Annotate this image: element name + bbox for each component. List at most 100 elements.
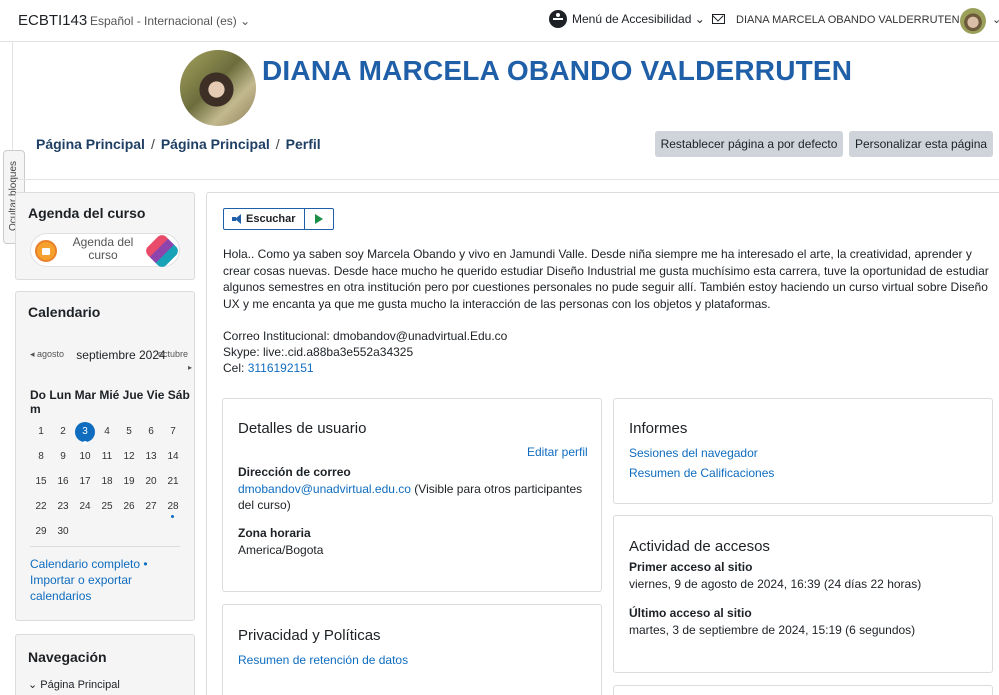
access-activity-card: Actividad de accesos Primer acceso al si…	[613, 515, 993, 673]
top-navbar: ECBTI143 Español - Internacional (es) ⌄ …	[0, 0, 999, 42]
breadcrumb-separator: /	[150, 136, 155, 152]
calendar-block: Calendario ◂ agosto septiembre 2024 octu…	[15, 291, 195, 621]
calendar-day[interactable]: 4	[96, 426, 118, 437]
calendar-day[interactable]: 13	[140, 451, 162, 462]
calendar-day[interactable]: 14	[162, 451, 184, 462]
user-menu-caret[interactable]: ⌄	[992, 13, 999, 26]
calendar-links[interactable]: Calendario completo • Importar o exporta…	[30, 556, 180, 604]
calendar-day[interactable]: 15	[30, 476, 52, 487]
calendar-day[interactable]: 16	[52, 476, 74, 487]
email-value: dmobandov@unadvirtual.edu.co (Visible pa…	[238, 482, 583, 512]
header-divider	[12, 179, 999, 180]
first-access-label: Primer acceso al sitio	[629, 560, 753, 574]
calendar-month-nav: ◂ agosto septiembre 2024 octubre ▸	[30, 347, 192, 377]
play-icon[interactable]	[305, 209, 333, 229]
calendar-day[interactable]: 1	[30, 426, 52, 437]
calendar-day[interactable]: 17	[74, 476, 96, 487]
calendar-week-row: 22 23 24 25 26 27 28	[30, 494, 188, 519]
profile-picture	[180, 50, 256, 126]
user-details-title: Detalles de usuario	[238, 420, 367, 437]
calendar-weekday-header: Do Lun Mar Mié Jue Vie Sáb m	[30, 388, 190, 416]
access-activity-title: Actividad de accesos	[629, 538, 770, 555]
page-title: DIANA MARCELA OBANDO VALDERRUTEN	[262, 55, 853, 86]
timezone-label: Zona horaria	[238, 526, 311, 540]
site-brand[interactable]: ECBTI143	[18, 12, 87, 29]
breadcrumb: Página Principal / Página Principal / Pe…	[36, 136, 321, 152]
listen-label: Escuchar	[246, 213, 296, 225]
privacy-title: Privacidad y Políticas	[238, 627, 381, 644]
calendar-divider	[30, 546, 180, 547]
profile-contact: Correo Institucional: dmobandov@unadvirt…	[223, 328, 507, 376]
profile-main: Escuchar Hola.. Como ya saben soy Marcel…	[206, 192, 999, 695]
customize-page-button[interactable]: Personalizar esta página	[849, 131, 993, 157]
calendar-day[interactable]: 18	[96, 476, 118, 487]
contact-phone: Cel: 3116192151	[223, 361, 314, 375]
calendar-day[interactable]: 8	[30, 451, 52, 462]
nav-item-home[interactable]: ⌄ Página Principal	[28, 678, 120, 691]
calendar-day[interactable]: 2	[52, 426, 74, 437]
user-details-card: Detalles de usuario Editar perfil Direcc…	[222, 398, 602, 592]
email-label: Dirección de correo	[238, 465, 351, 479]
calendar-day[interactable]: 21	[162, 476, 184, 487]
reset-page-button[interactable]: Restablecer página a por defecto	[655, 131, 843, 157]
phone-link[interactable]: 3116192151	[248, 361, 314, 375]
calendar-day[interactable]: 5	[118, 426, 140, 437]
user-avatar[interactable]	[960, 8, 986, 34]
last-access-value: martes, 3 de septiembre de 2024, 15:19 (…	[629, 623, 916, 637]
calendar-day[interactable]: 26	[118, 501, 140, 512]
contact-skype: Skype: live:.cid.a88ba3e552a34325	[223, 345, 414, 359]
breadcrumb-separator: /	[275, 136, 280, 152]
navigation-block-title: Navegación	[28, 649, 107, 665]
agenda-block-title: Agenda del curso	[28, 205, 146, 221]
calendar-day[interactable]: 30	[52, 526, 74, 537]
language-menu[interactable]: Español - Internacional (es) ⌄	[90, 14, 250, 28]
grades-summary-link[interactable]: Resumen de Calificaciones	[629, 465, 774, 481]
messages-icon[interactable]	[712, 14, 725, 24]
agenda-block: Agenda del curso Agenda del curso	[15, 192, 195, 280]
listen-button[interactable]: Escuchar	[224, 209, 305, 229]
calendar-day[interactable]: 9	[52, 451, 74, 462]
chevron-right-icon[interactable]: ▸	[188, 363, 192, 372]
calendar-day[interactable]: 6	[140, 426, 162, 437]
calendar-day[interactable]: 11	[96, 451, 118, 462]
accessibility-icon	[549, 10, 567, 28]
calendar-day[interactable]: 20	[140, 476, 162, 487]
calendar-week-row: 1234567	[30, 419, 188, 445]
calendar-day[interactable]: 25	[96, 501, 118, 512]
calendar-week-row: 29 30	[30, 519, 188, 544]
calendar-block-title: Calendario	[28, 304, 101, 320]
data-retention-link[interactable]: Resumen de retención de datos	[238, 652, 408, 668]
email-link[interactable]: dmobandov@unadvirtual.edu.co	[238, 482, 411, 496]
breadcrumb-home-2[interactable]: Página Principal	[161, 136, 270, 152]
browser-sessions-link[interactable]: Sesiones del navegador	[629, 445, 758, 461]
calendar-week-row: 15 16 17 18 19 20 21	[30, 469, 188, 494]
additional-card	[613, 685, 993, 695]
user-menu-name[interactable]: DIANA MARCELA OBANDO VALDERRUTEN	[736, 14, 960, 26]
speaker-icon	[232, 214, 242, 224]
breadcrumb-profile[interactable]: Perfil	[286, 136, 321, 152]
edit-profile-link[interactable]: Editar perfil	[527, 445, 588, 459]
calendar-day[interactable]: 12	[118, 451, 140, 462]
calendar-grid: 1 2 3 4 5 6 7 8 9 10 11 12 13 14 15 16 17 18 19 20 21 22 23 24 2…	[30, 419, 188, 544]
calendar-day[interactable]: 27	[140, 501, 162, 512]
calendar-prev-month[interactable]: ◂ agosto	[30, 349, 64, 360]
breadcrumb-home[interactable]: Página Principal	[36, 136, 145, 152]
calendar-day[interactable]: 29	[30, 526, 52, 537]
accessibility-menu-label: Menú de Accesibilidad ⌄	[572, 12, 705, 26]
calendar-day[interactable]: 10	[74, 451, 96, 462]
calendar-next-month[interactable]: octubre	[158, 349, 188, 359]
calendar-day[interactable]: 3	[75, 421, 95, 445]
calendar-day[interactable]: 7	[162, 426, 184, 437]
calendar-day[interactable]: 19	[118, 476, 140, 487]
navigation-block: Navegación ⌄ Página Principal	[15, 634, 195, 695]
calendar-day[interactable]: 24	[74, 501, 96, 512]
accessibility-menu[interactable]: Menú de Accesibilidad ⌄	[549, 10, 705, 28]
calendar-day[interactable]: 23	[52, 501, 74, 512]
contact-email: Correo Institucional: dmobandov@unadvirt…	[223, 329, 508, 343]
agenda-button[interactable]: Agenda del curso	[30, 232, 181, 270]
calendar-day[interactable]: 28	[162, 501, 184, 518]
calendar-current-month: septiembre 2024	[76, 348, 166, 362]
profile-description: Hola.. Como ya saben soy Marcela Obando …	[223, 247, 989, 311]
calendar-day[interactable]: 22	[30, 501, 52, 512]
privacy-card: Privacidad y Políticas Resumen de retenc…	[222, 604, 602, 695]
